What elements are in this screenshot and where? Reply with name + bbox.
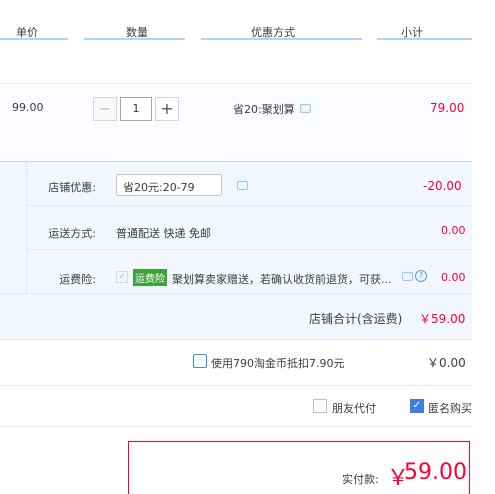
anonymous-label: 匿名购买 (428, 402, 472, 415)
promo-info-icon[interactable] (300, 104, 311, 113)
row-divider (26, 249, 472, 250)
decrease-quantity-button[interactable]: − (93, 97, 117, 121)
payment-amount: 59.00 (404, 460, 467, 485)
insurance-checkbox[interactable]: ✓ (116, 271, 128, 283)
coins-value: ￥0.00 (427, 356, 466, 370)
header-underline (377, 38, 472, 40)
payment-label: 实付款: (342, 473, 379, 486)
shop-total-value: ￥59.00 (419, 312, 466, 326)
unit-price: 99.00 (12, 101, 44, 114)
table-header: 单价 数量 优惠方式 小计 (0, 0, 495, 40)
shipping-method: 普通配送 快递 免邮 (116, 227, 211, 240)
insurance-tag: 运费险 (133, 269, 167, 286)
payment-summary-box: 实付款: ￥ 59.00 (128, 441, 470, 494)
discount-info-icon[interactable] (237, 181, 248, 190)
shop-discount-label: 店铺优惠: (48, 181, 96, 194)
anonymous-checkbox[interactable]: ✓ (410, 399, 424, 413)
shipping-label: 运送方式: (48, 227, 96, 240)
item-promo: 省20:聚划算 (233, 103, 295, 116)
shop-total-label: 店铺合计(含运费) (309, 312, 403, 326)
chevron-down-icon: ⌵ (123, 178, 132, 191)
header-underline (201, 38, 362, 40)
section-divider (0, 426, 472, 427)
insurance-cost: 0.00 (441, 271, 466, 284)
shop-discount-select[interactable]: 省20元:20-79 ⌵ (116, 174, 222, 196)
header-underline (0, 38, 68, 40)
row-divider (26, 205, 472, 206)
increase-quantity-button[interactable]: + (155, 97, 179, 121)
friend-pay-label: 朋友代付 (332, 402, 376, 415)
shop-discount-value: -20.00 (423, 179, 462, 193)
coins-checkbox[interactable] (193, 354, 207, 368)
insurance-description: 聚划算卖家赠送，若确认收货前退货，可获... (172, 273, 392, 286)
header-underline (84, 38, 185, 40)
insurance-chat-icon[interactable] (402, 272, 413, 281)
coins-label: 使用790淘金币抵扣7.90元 (211, 357, 345, 370)
shipping-cost: 0.00 (441, 224, 466, 237)
item-subtotal: 79.00 (430, 101, 465, 115)
help-icon[interactable]: ? (415, 270, 427, 282)
insurance-label: 运费险: (59, 273, 96, 286)
quantity-input[interactable]: 1 (120, 97, 152, 121)
section-divider (0, 385, 472, 386)
friend-pay-checkbox[interactable] (313, 399, 327, 413)
order-item-row (0, 83, 472, 162)
quantity-stepper: − 1 + (93, 97, 179, 121)
